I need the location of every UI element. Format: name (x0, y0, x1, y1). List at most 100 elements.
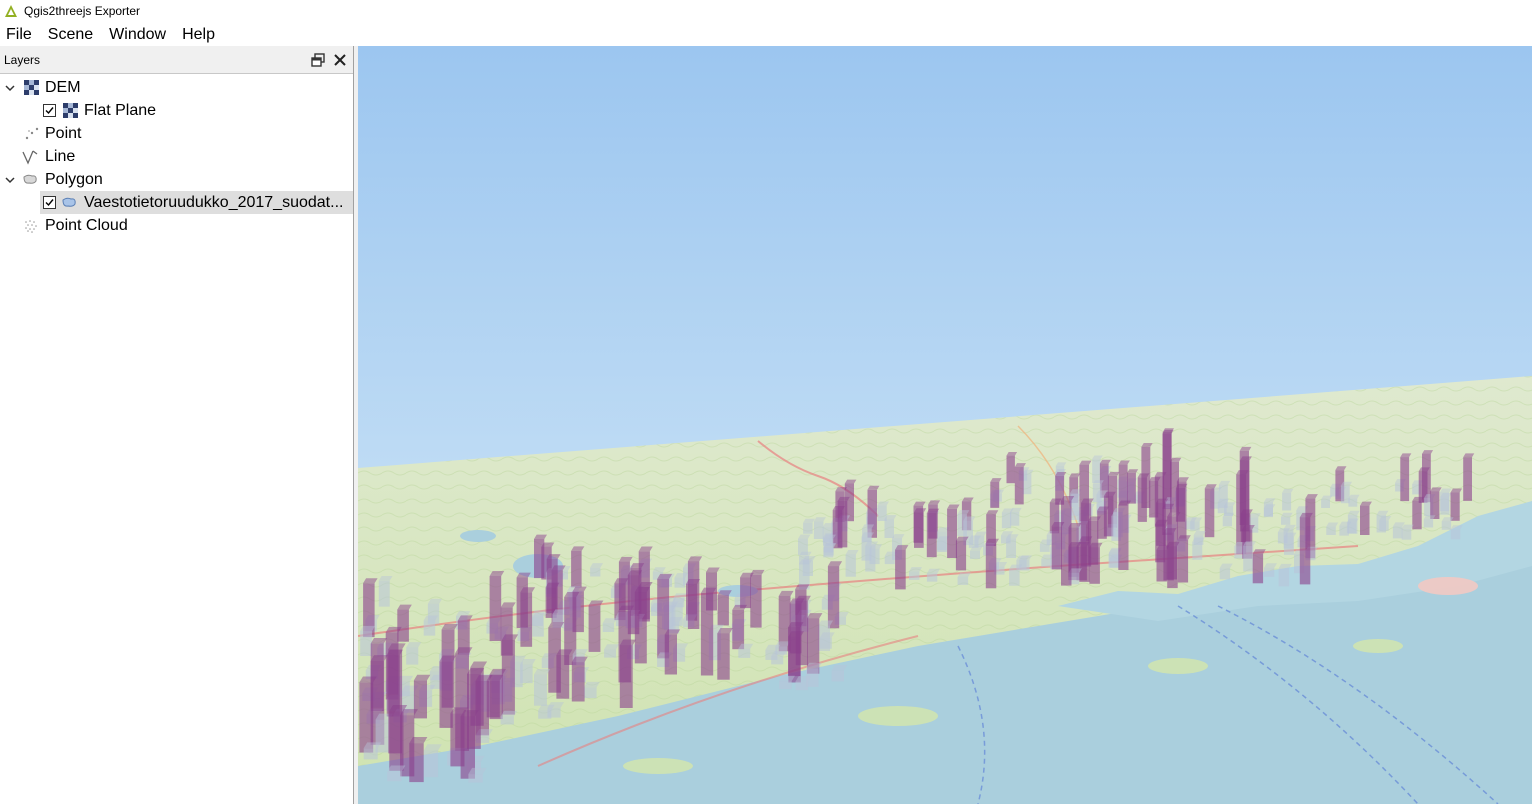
tree-item-point-cloud[interactable]: Point Cloud (0, 214, 353, 237)
menu-window[interactable]: Window (101, 22, 174, 46)
population-column (571, 662, 585, 702)
population-column (489, 674, 503, 720)
population-column (1401, 528, 1412, 540)
polygon-layer-icon (62, 197, 76, 207)
layer-tree: DEM Flat Plane Point Line Polygon Vaesto… (0, 74, 353, 237)
population-column (717, 595, 729, 626)
tree-item-vaestotietoruudukko[interactable]: Vaestotietoruudukko_2017_suodat... (40, 191, 353, 214)
population-column (740, 577, 751, 609)
population-column (909, 571, 920, 580)
population-column (788, 636, 801, 683)
population-column (687, 561, 700, 629)
tree-item-label: Flat Plane (84, 101, 157, 119)
population-column (717, 633, 730, 680)
window-titlebar: Qgis2threejs Exporter (0, 0, 1532, 22)
population-column (363, 748, 378, 760)
population-column (1204, 488, 1215, 538)
line-layer-icon (22, 150, 38, 165)
population-column (538, 710, 552, 719)
population-column (823, 547, 834, 558)
chevron-down-icon[interactable] (4, 82, 16, 94)
tree-item-polygon[interactable]: Polygon (0, 168, 353, 191)
3d-scene-view[interactable] (358, 46, 1532, 804)
population-column (914, 512, 924, 548)
population-column (750, 574, 762, 628)
population-column (413, 680, 427, 719)
population-column (845, 554, 856, 577)
population-column (406, 647, 419, 665)
population-column (957, 576, 969, 585)
3d-scene-canvas[interactable] (358, 46, 1532, 804)
population-column (1264, 567, 1275, 577)
population-column (423, 620, 436, 636)
point-layer-icon (25, 127, 39, 140)
population-column (926, 512, 937, 558)
float-dock-icon[interactable] (309, 51, 327, 69)
population-column (970, 550, 980, 559)
population-column (1010, 511, 1020, 526)
population-column (1092, 459, 1101, 483)
population-column (1039, 543, 1050, 552)
tree-item-label: Line (45, 147, 76, 165)
population-column (1022, 473, 1032, 495)
population-column (884, 519, 894, 538)
layer-checkbox[interactable] (43, 104, 56, 117)
population-column (397, 609, 409, 642)
tree-item-label: Vaestotietoruudukko_2017_suodat... (84, 193, 344, 211)
population-column (1118, 464, 1128, 506)
population-column (1340, 485, 1350, 504)
polygon-layer-icon (23, 174, 37, 184)
population-column (664, 634, 677, 675)
chevron-down-icon[interactable] (4, 174, 16, 186)
qgis-triangle-icon (5, 5, 17, 17)
tree-item-flat-plane[interactable]: Flat Plane (0, 99, 353, 122)
tree-item-point[interactable]: Point (0, 122, 353, 145)
population-column (583, 687, 597, 699)
population-column (1430, 491, 1440, 519)
population-column (1326, 526, 1336, 535)
population-column (409, 743, 424, 783)
population-column (588, 605, 601, 652)
population-column (556, 654, 570, 699)
population-column (990, 482, 1000, 508)
menu-scene[interactable]: Scene (40, 22, 101, 46)
population-column (1392, 526, 1403, 539)
population-column (1252, 553, 1264, 584)
tree-item-line[interactable]: Line (0, 145, 353, 168)
population-column (1463, 457, 1472, 501)
population-column (1001, 512, 1012, 529)
population-column (827, 566, 840, 629)
tree-item-dem[interactable]: DEM (0, 76, 353, 99)
population-column (818, 625, 830, 651)
population-column (771, 656, 784, 665)
layer-checkbox[interactable] (43, 196, 56, 209)
population-column (803, 522, 813, 534)
population-column (732, 609, 745, 650)
population-column (1097, 510, 1107, 539)
tree-item-label: DEM (45, 78, 81, 96)
population-column (532, 617, 544, 637)
population-column (1051, 526, 1062, 570)
layers-dock-header: Layers (0, 46, 353, 74)
population-column (832, 510, 843, 549)
menu-file[interactable]: File (0, 22, 40, 46)
population-column (1339, 525, 1349, 536)
menu-help[interactable]: Help (174, 22, 223, 46)
population-column (423, 750, 439, 778)
population-column (590, 567, 601, 577)
population-column (1118, 504, 1129, 570)
population-column (1278, 568, 1290, 587)
population-column (1079, 540, 1090, 582)
population-column (1219, 568, 1231, 580)
tree-item-label: Polygon (45, 170, 103, 188)
raster-icon (24, 80, 39, 95)
population-column (1061, 500, 1072, 586)
population-column (1282, 492, 1292, 511)
population-column (1176, 481, 1187, 541)
population-column (795, 681, 809, 691)
population-column (520, 592, 533, 647)
menubar: File Scene Window Help (0, 22, 1532, 46)
population-column (1167, 516, 1178, 589)
close-icon[interactable] (331, 51, 349, 69)
population-column (779, 681, 792, 690)
